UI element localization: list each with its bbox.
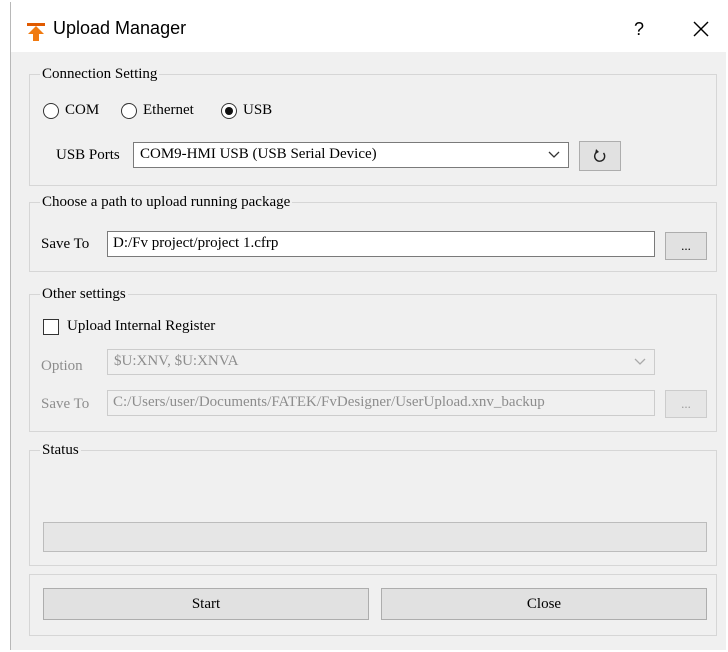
browse-path-button[interactable]: ...	[665, 232, 707, 260]
save-to-path-input[interactable]: D:/Fv project/project 1.cfrp	[107, 231, 655, 257]
connection-setting-legend: Connection Setting	[42, 66, 158, 82]
upload-manager-dialog: Upload Manager ? Connection Setting COM …	[10, 2, 727, 650]
upload-internal-register-checkbox[interactable]	[43, 319, 59, 335]
ethernet-radio-label: Ethernet	[143, 102, 194, 118]
usb-ports-value: COM9-HMI USB (USB Serial Device)	[140, 146, 377, 162]
upload-path-legend: Choose a path to upload running package	[42, 194, 291, 210]
other-save-to-label: Save To	[41, 396, 90, 412]
title-bar: Upload Manager ?	[11, 2, 727, 52]
close-icon[interactable]	[687, 16, 715, 42]
refresh-icon	[593, 149, 606, 162]
window-title: Upload Manager	[53, 18, 187, 38]
usb-radio[interactable]	[221, 103, 237, 119]
ethernet-radio[interactable]	[121, 103, 137, 119]
chevron-down-icon	[634, 358, 646, 365]
usb-radio-label: USB	[243, 102, 273, 118]
help-button[interactable]: ?	[627, 16, 651, 42]
start-button[interactable]: Start	[43, 588, 369, 620]
upload-internal-register-label: Upload Internal Register	[67, 318, 216, 334]
other-save-to-value: C:/Users/user/Documents/FATEK/FvDesigner…	[113, 394, 545, 410]
other-save-to-input[interactable]: C:/Users/user/Documents/FATEK/FvDesigner…	[107, 390, 655, 416]
com-radio-label: COM	[65, 102, 100, 118]
option-label: Option	[41, 358, 83, 374]
other-browse-button[interactable]: ...	[665, 390, 707, 418]
close-button[interactable]: Close	[381, 588, 707, 620]
chevron-down-icon	[548, 151, 560, 158]
upload-progress-bar	[43, 522, 707, 552]
refresh-ports-button[interactable]	[579, 141, 621, 171]
save-to-label: Save To	[41, 236, 90, 252]
usb-ports-label: USB Ports	[56, 147, 120, 163]
other-settings-legend: Other settings	[42, 286, 126, 302]
usb-ports-select[interactable]: COM9-HMI USB (USB Serial Device)	[133, 142, 569, 168]
option-value: $U:XNV, $U:XNVA	[114, 353, 239, 369]
save-to-path-value: D:/Fv project/project 1.cfrp	[113, 235, 279, 251]
com-radio[interactable]	[43, 103, 59, 119]
status-legend: Status	[42, 442, 79, 458]
upload-arrow-icon	[27, 23, 45, 41]
option-select[interactable]: $U:XNV, $U:XNVA	[107, 349, 655, 375]
